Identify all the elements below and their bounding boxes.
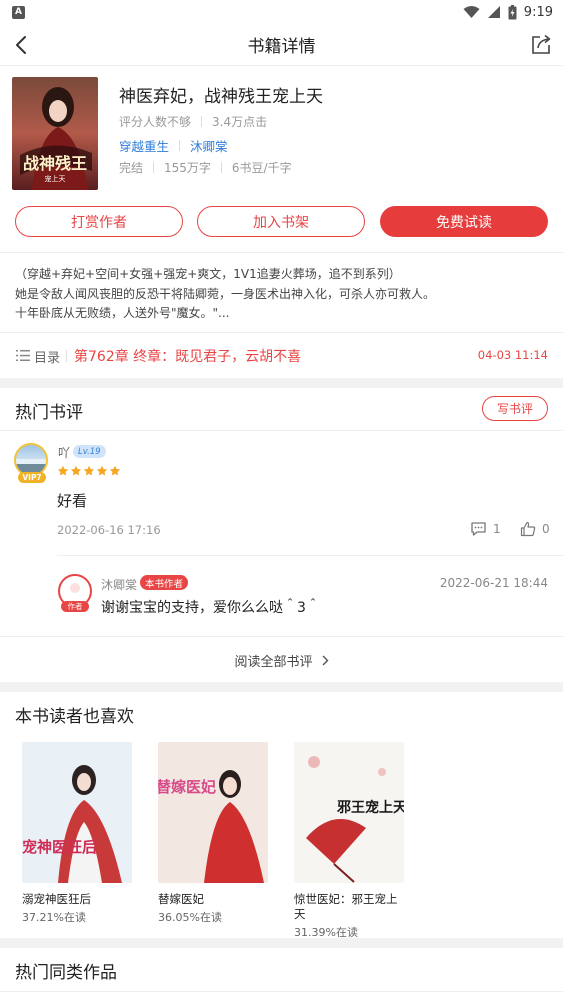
- divider: [0, 332, 563, 333]
- svg-text:战神残王: 战神残王: [23, 154, 87, 173]
- comment-icon: [471, 522, 486, 536]
- review-date: 2022-06-16 17:16: [57, 523, 161, 537]
- notification-a-icon: A: [12, 5, 25, 19]
- status-bar: A 9:19: [0, 0, 563, 24]
- latest-chapter[interactable]: 第762章 终章：既见君子，云胡不喜: [74, 346, 301, 366]
- cover-title-text: 邪王宠上天: [336, 799, 404, 816]
- free-read-button[interactable]: 免费试读: [380, 206, 548, 237]
- also-like-title: 本书读者也喜欢: [15, 707, 134, 727]
- vip-badge: VIP7: [18, 472, 46, 483]
- reply-author-name: 沐卿棠: [101, 578, 138, 592]
- comment-button[interactable]: 1: [470, 521, 501, 537]
- reviewer-name: 吖: [58, 446, 71, 460]
- add-to-shelf-button[interactable]: 加入书架: [197, 206, 365, 237]
- back-arrow-icon[interactable]: [10, 33, 34, 57]
- similar-works-title: 热门同类作品: [15, 963, 117, 983]
- wifi-icon: [463, 6, 480, 18]
- price: 6书豆/千字: [231, 161, 292, 175]
- book-header: 战神残王 宠上天 神医弃妃，战神残王宠上天 评分人数不够 3.4万点击 穿越重生…: [0, 66, 563, 200]
- section-divider: [0, 378, 563, 388]
- level-badge: Lv.19: [73, 445, 106, 458]
- cover-title-text: 溺宠神医狂后: [22, 838, 97, 856]
- write-review-button[interactable]: 写书评: [482, 396, 548, 421]
- intro-line: 十年卧底从无败绩，人送外号"魔女。"...: [15, 306, 230, 320]
- divider: [0, 991, 563, 1000]
- word-count: 155万字: [164, 161, 211, 175]
- recommended-book-cover[interactable]: 溺宠神医狂后: [22, 742, 132, 883]
- book-title: 神医弃妃，战神残王宠上天: [119, 87, 323, 107]
- recommended-book-name: 惊世医妃：邪王宠上天: [294, 892, 398, 921]
- hot-reviews-title: 热门书评: [15, 403, 83, 423]
- star-icon: [57, 465, 69, 476]
- rating-text: 评分人数不够: [119, 115, 192, 129]
- status-time: 9:19: [523, 4, 553, 20]
- recommended-book[interactable]: 替嫁医妃 替嫁医妃 36.05%在读: [158, 742, 270, 925]
- click-count: 3.4万点击: [212, 115, 268, 129]
- cover-title-text: 替嫁医妃: [158, 778, 216, 796]
- recommended-book-cover[interactable]: 邪王宠上天: [294, 742, 404, 883]
- star-icon: [96, 465, 108, 476]
- completion-status: 完结: [119, 161, 144, 175]
- nav-bar: 书籍详情: [0, 24, 563, 66]
- review-content: 好看: [57, 492, 88, 510]
- divider: [0, 636, 563, 637]
- update-time: 04-03 11:14: [477, 348, 548, 362]
- list-icon: [16, 350, 30, 361]
- svg-text:宠上天: 宠上天: [45, 174, 66, 183]
- signal-icon: [487, 6, 500, 18]
- book-cover[interactable]: 战神残王 宠上天: [12, 77, 98, 190]
- rating-stars: [57, 465, 121, 477]
- toc-row[interactable]: 目录 第762章 终章：既见君子，云胡不喜 04-03 11:14: [0, 334, 563, 378]
- star-icon: [83, 465, 95, 476]
- intro-line: （穿越+弃妃+空间+女强+强宠+爽文，1V1追妻火葬场，追不到系列）: [15, 267, 401, 281]
- like-count: 0: [542, 522, 550, 536]
- reply-content: 谢谢宝宝的支持，爱你么么哒＾3＾: [101, 600, 320, 616]
- divider: [0, 252, 563, 253]
- comment-count: 1: [493, 522, 501, 536]
- book-info: 完结 155万字 6书豆/千字: [119, 159, 292, 176]
- recommended-book[interactable]: 溺宠神医狂后 溺宠神医狂后 37.21%在读: [22, 742, 134, 925]
- recommended-book-cover[interactable]: 替嫁医妃: [158, 742, 268, 883]
- star-icon: [109, 465, 121, 476]
- star-icon: [70, 465, 82, 476]
- recommended-book-name: 溺宠神医狂后: [22, 892, 91, 906]
- share-icon[interactable]: [529, 32, 553, 56]
- page-title: 书籍详情: [247, 37, 316, 57]
- book-tags: 穿越重生 沐卿棠: [119, 136, 228, 155]
- action-buttons: 打赏作者 加入书架 免费试读: [0, 206, 563, 238]
- like-button[interactable]: 0: [520, 521, 550, 537]
- toc-label: 目录: [34, 351, 61, 366]
- recommended-book-read: 37.21%在读: [22, 911, 86, 924]
- section-divider: [0, 682, 563, 692]
- author-avatar-tag: 作者: [61, 601, 89, 612]
- author-link[interactable]: 沐卿棠: [190, 136, 228, 155]
- thumbs-up-icon: [520, 521, 536, 537]
- section-divider: [0, 938, 563, 948]
- recommended-book-read: 36.05%在读: [158, 911, 222, 924]
- recommended-book-name: 替嫁医妃: [158, 892, 204, 906]
- reward-author-button[interactable]: 打赏作者: [15, 206, 183, 237]
- battery-icon: [508, 4, 517, 19]
- book-stats: 评分人数不够 3.4万点击: [119, 113, 267, 130]
- book-intro[interactable]: （穿越+弃妃+空间+女强+强宠+爽文，1V1追妻火葬场，追不到系列） 她是令敌人…: [15, 265, 555, 324]
- reply-date: 2022-06-21 18:44: [439, 576, 548, 590]
- review-item[interactable]: VIP7 吖 Lv.19 好看 2022-06-16 17:16 1 0 作者 …: [0, 432, 563, 636]
- genre-tag[interactable]: 穿越重生: [119, 136, 169, 155]
- book-author-badge: 本书作者: [140, 575, 189, 590]
- divider: [0, 430, 563, 431]
- chevron-right-icon: [322, 655, 328, 665]
- read-all-label: 阅读全部书评: [234, 654, 313, 670]
- divider: [57, 555, 563, 556]
- intro-line: 她是令敌人闻风丧胆的反恐干将陆卿菀，一身医术出神入化，可杀人亦可救人。: [15, 286, 436, 301]
- recommended-book[interactable]: 邪王宠上天 惊世医妃：邪王宠上天 31.39%在读: [294, 742, 406, 940]
- read-all-reviews-link[interactable]: 阅读全部书评: [0, 638, 563, 682]
